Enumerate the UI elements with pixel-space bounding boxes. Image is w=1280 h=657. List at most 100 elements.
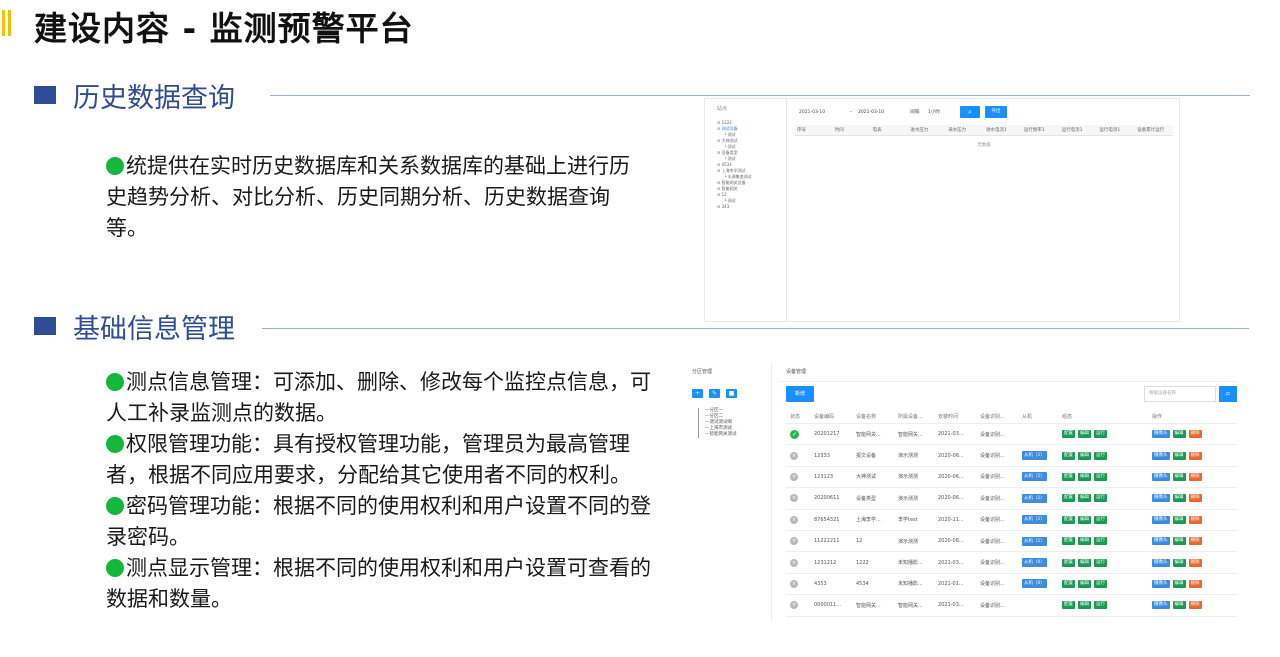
action-button[interactable]: 删除 (1188, 579, 1202, 588)
section2-divider (262, 328, 1249, 329)
device-time: 2021-01... (938, 580, 964, 587)
zone-item[interactable]: —智能网关测试 (705, 432, 771, 438)
device-time: 2020-06... (938, 452, 964, 459)
search-icon: ⌕ (1225, 389, 1231, 399)
slave-tag[interactable]: 从机（0） (1022, 579, 1047, 589)
column-header: 设备累计运行 (1137, 128, 1165, 133)
device-owner: 演示测测 (898, 453, 919, 460)
device-code: 123123 (814, 473, 834, 480)
action-button[interactable]: 编辑 (1172, 601, 1186, 610)
config-button[interactable]: 配置 (1062, 430, 1075, 439)
action-button[interactable]: 编辑 (1172, 579, 1186, 588)
config-cell: 配置 编辑 运行 (1062, 552, 1110, 572)
device-owner: 未知播影... (898, 560, 923, 567)
device-search-button[interactable]: ⌕ (1219, 386, 1237, 402)
section2-bullet: 权限管理功能：具有授权管理功能，管理员为最高管理者，根据不同应用要求，分配给其它… (106, 432, 631, 487)
config-button[interactable]: 编辑 (1078, 558, 1091, 567)
slave-tag[interactable]: 从机（0） (1022, 558, 1047, 568)
config-button[interactable]: 运行 (1094, 451, 1107, 460)
add-icon[interactable]: + (692, 389, 703, 398)
column-header: 从机 (1022, 414, 1033, 420)
action-button[interactable]: 编辑 (1172, 494, 1186, 503)
config-button[interactable]: 编辑 (1078, 601, 1091, 610)
config-button[interactable]: 配置 (1062, 515, 1075, 524)
device-search-input[interactable]: 根据设备名称 (1144, 386, 1216, 402)
slave-tag[interactable]: 从机（1） (1022, 493, 1047, 503)
config-button[interactable]: 配置 (1062, 579, 1075, 588)
status-cell: × (790, 445, 798, 465)
config-button[interactable]: 运行 (1094, 537, 1107, 546)
slave-tag[interactable]: 从机（1） (1022, 536, 1047, 546)
section1-divider (270, 95, 1250, 96)
config-button[interactable]: 运行 (1094, 558, 1107, 567)
action-button[interactable]: 删除 (1188, 601, 1202, 610)
export-button[interactable]: 导出 (985, 106, 1007, 118)
column-header: 进水电流1 (985, 128, 1007, 133)
action-button[interactable]: 摄像头 (1152, 494, 1170, 503)
action-button[interactable]: 编辑 (1172, 558, 1186, 567)
device-ident: 设备识别... (980, 517, 1005, 524)
config-button[interactable]: 运行 (1094, 515, 1107, 524)
config-button[interactable]: 运行 (1094, 601, 1107, 610)
add-device-button[interactable]: 新增 (786, 386, 814, 402)
config-button[interactable]: 运行 (1094, 494, 1107, 503)
action-button[interactable]: 摄像头 (1152, 537, 1170, 546)
config-button[interactable]: 运行 (1094, 579, 1107, 588)
config-button[interactable]: 配置 (1062, 537, 1075, 546)
config-button[interactable]: 编辑 (1078, 579, 1091, 588)
device-code: 12333 (814, 452, 830, 459)
config-button[interactable]: 配置 (1062, 472, 1075, 481)
action-button[interactable]: 编辑 (1172, 515, 1186, 524)
config-button[interactable]: 运行 (1094, 430, 1107, 439)
bullet-dot-icon (106, 373, 124, 391)
interval-select[interactable]: 1小时 (928, 107, 940, 118)
section2-bullet: 测点信息管理：可添加、删除、修改每个监控点信息，可人工补录监测点的数据。 (106, 370, 651, 425)
action-button[interactable]: 删除 (1188, 430, 1202, 439)
column-header: 时间 (834, 128, 844, 133)
end-date-input[interactable]: 2021-03-10 (858, 107, 884, 118)
slave-tag[interactable]: 从机（1） (1022, 451, 1047, 461)
action-button[interactable]: 摄像头 (1152, 515, 1170, 524)
action-button[interactable]: 摄像头 (1152, 601, 1170, 610)
query-button[interactable]: ⌕ (960, 106, 980, 118)
action-button[interactable]: 摄像头 (1152, 579, 1170, 588)
action-button[interactable]: 编辑 (1172, 537, 1186, 546)
column-header: 组态 (1062, 414, 1073, 420)
action-button[interactable]: 摄像头 (1152, 451, 1170, 460)
action-button[interactable]: 编辑 (1172, 430, 1186, 439)
config-button[interactable]: 配置 (1062, 601, 1075, 610)
delete-icon[interactable]: ■ (726, 389, 737, 398)
config-button[interactable]: 配置 (1062, 494, 1075, 503)
config-cell: 配置 编辑 运行 (1062, 574, 1110, 594)
config-button[interactable]: 编辑 (1078, 430, 1091, 439)
config-button[interactable]: 编辑 (1078, 494, 1091, 503)
start-date-input[interactable]: 2021-03-10 (799, 107, 825, 118)
action-button[interactable]: 摄像头 (1152, 430, 1170, 439)
config-button[interactable]: 编辑 (1078, 451, 1091, 460)
device-ident: 设备识别... (980, 431, 1005, 438)
slave-tag[interactable]: 从机（1） (1022, 515, 1047, 525)
status-cell: × (790, 574, 798, 594)
status-offline-icon: × (790, 494, 798, 503)
status-cell: ✓ (790, 424, 799, 444)
action-button[interactable]: 删除 (1188, 558, 1202, 567)
section1-bullets: 统提供在实时历史数据库和关系数据库的基础上进行历史趋势分析、对比分析、历史同期分… (106, 151, 646, 244)
action-button[interactable]: 摄像头 (1152, 558, 1170, 567)
tree-node[interactable]: ⊟ 343 (717, 204, 786, 210)
slave-tag[interactable]: 从机（1） (1022, 472, 1047, 482)
edit-icon[interactable]: ✎ (709, 389, 720, 398)
config-button[interactable]: 运行 (1094, 472, 1107, 481)
action-button[interactable]: 编辑 (1172, 451, 1186, 460)
action-button[interactable]: 删除 (1188, 472, 1202, 481)
action-button[interactable]: 删除 (1188, 494, 1202, 503)
action-button[interactable]: 删除 (1188, 451, 1202, 460)
config-button[interactable]: 编辑 (1078, 537, 1091, 546)
action-button[interactable]: 编辑 (1172, 472, 1186, 481)
config-button[interactable]: 编辑 (1078, 515, 1091, 524)
action-button[interactable]: 摄像头 (1152, 472, 1170, 481)
action-button[interactable]: 删除 (1188, 515, 1202, 524)
config-button[interactable]: 编辑 (1078, 472, 1091, 481)
config-button[interactable]: 配置 (1062, 451, 1075, 460)
config-button[interactable]: 配置 (1062, 558, 1075, 567)
action-button[interactable]: 删除 (1188, 537, 1202, 546)
